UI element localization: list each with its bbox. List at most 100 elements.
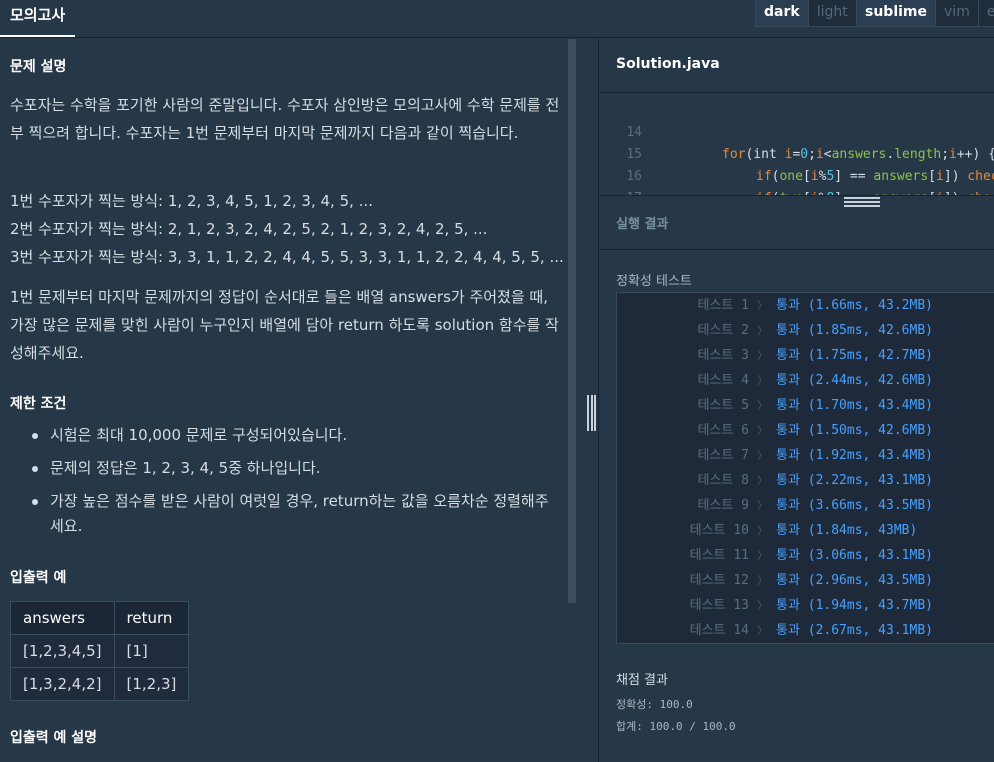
problem-panel: 문제 설명 수포자는 수학을 포기한 사람의 준말입니다. 수포자 삼인방은 모… <box>0 39 570 762</box>
test-name: 테스트 7 <box>697 448 749 463</box>
test-result-row: 테스트 3 〉 통과 (1.75ms, 42.7MB) <box>617 343 994 368</box>
problem-scrollbar[interactable] <box>568 39 576 603</box>
test-name: 테스트 6 <box>697 423 749 438</box>
test-result: 통과 (1.92ms, 43.4MB) <box>776 448 933 463</box>
chevron-right-icon: 〉 <box>757 574 768 587</box>
test-results-list: 테스트 1 〉 통과 (1.66ms, 43.2MB) 테스트 2 〉 통과 (1.85… <box>616 292 994 644</box>
guess-method-1: 1번 수포자가 찍는 방식: 1, 2, 3, 4, 5, 1, 2, 3, 4… <box>10 192 373 210</box>
test-result-row: 테스트 4 〉 통과 (2.44ms, 42.6MB) <box>617 368 994 393</box>
test-name: 테스트 11 <box>689 548 749 563</box>
code-line[interactable]: 16 if(two[i%8] == answers[i]) check <box>600 144 994 195</box>
test-name: 테스트 3 <box>697 348 749 363</box>
test-name: 테스트 2 <box>697 323 749 338</box>
examples-desc-heading: 입출력 예 설명 <box>10 730 98 746</box>
grade-result-heading: 채점 결과 <box>616 673 668 688</box>
table-cell: [1,3,2,4,2] <box>10 667 115 701</box>
page-title: 모의고사 <box>0 0 76 37</box>
chevron-right-icon: 〉 <box>757 324 768 337</box>
solution-panel: Solution.java 14 for(int i=0;i<answers.l… <box>600 39 994 762</box>
chevron-right-icon: 〉 <box>757 349 768 362</box>
line-number: 17 <box>622 188 642 195</box>
chevron-right-icon: 〉 <box>757 399 768 412</box>
resize-handle-icon[interactable] <box>844 197 880 207</box>
keymap-sublime-button[interactable]: sublime <box>857 0 936 26</box>
divider <box>600 195 994 196</box>
test-result: 통과 (2.22ms, 43.1MB) <box>776 473 933 488</box>
keymap-vim-button[interactable]: vim <box>935 0 978 26</box>
test-result: 통과 (2.67ms, 43.1MB) <box>776 623 933 638</box>
constraint-item: 시험은 최대 10,000 문제로 구성되어있습니다. <box>30 423 560 448</box>
test-result: 통과 (3.06ms, 43.1MB) <box>776 548 933 563</box>
test-name: 테스트 12 <box>689 573 749 588</box>
guess-method-3: 3번 수포자가 찍는 방식: 3, 3, 1, 1, 2, 2, 4, 4, 5… <box>10 248 564 266</box>
test-result-row: 테스트 6 〉 통과 (1.50ms, 42.6MB) <box>617 418 994 443</box>
table-row: [1,2,3,4,5] [1] <box>10 634 190 668</box>
code-line[interactable]: 15 if(one[i%5] == answers[i]) check <box>600 122 994 184</box>
test-name: 테스트 13 <box>689 598 749 613</box>
column-header: answers <box>10 601 115 635</box>
chevron-right-icon: 〉 <box>757 524 768 537</box>
chevron-right-icon: 〉 <box>757 499 768 512</box>
test-result: 통과 (1.50ms, 42.6MB) <box>776 423 933 438</box>
test-result: 통과 (1.84ms, 43MB) <box>776 523 918 538</box>
accuracy-score: 정확성: 100.0 <box>616 698 693 711</box>
test-result-row: 테스트 8 〉 통과 (2.22ms, 43.1MB) <box>617 468 994 493</box>
problem-intro: 수포자는 수학을 포기한 사람의 준말입니다. 수포자 삼인방은 모의고사에 수… <box>10 96 560 142</box>
test-result-row: 테스트 1 〉 통과 (1.66ms, 43.2MB) <box>617 293 994 318</box>
table-cell: [1,2,3,4,5] <box>10 634 115 668</box>
test-result: 통과 (2.96ms, 43.5MB) <box>776 573 933 588</box>
test-result-row: 테스트 12 〉 통과 (2.96ms, 43.5MB) <box>617 568 994 593</box>
test-result-row: 테스트 11 〉 통과 (3.06ms, 43.1MB) <box>617 543 994 568</box>
test-name: 테스트 8 <box>697 473 749 488</box>
code-editor[interactable]: 14 for(int i=0;i<answers.length;i++) { 1… <box>600 94 994 195</box>
table-cell: [1] <box>113 634 190 668</box>
chevron-right-icon: 〉 <box>757 449 768 462</box>
test-result-row: 테스트 10 〉 통과 (1.84ms, 43MB) <box>617 518 994 543</box>
test-result: 통과 (1.75ms, 42.7MB) <box>776 348 933 363</box>
theme-dark-button[interactable]: dark <box>756 0 808 26</box>
guess-method-2: 2번 수포자가 찍는 방식: 2, 1, 2, 3, 2, 4, 2, 5, 2… <box>10 220 488 238</box>
chevron-right-icon: 〉 <box>757 374 768 387</box>
test-result-row: 테스트 9 〉 통과 (3.66ms, 43.5MB) <box>617 493 994 518</box>
test-result: 통과 (1.94ms, 43.7MB) <box>776 598 933 613</box>
keymap-switcher: sublime vim em <box>856 0 994 27</box>
editor-header: Solution.java <box>600 39 994 93</box>
chevron-right-icon: 〉 <box>757 474 768 487</box>
chevron-right-icon: 〉 <box>757 624 768 637</box>
theme-light-button[interactable]: light <box>807 0 856 26</box>
test-result: 통과 (1.85ms, 42.6MB) <box>776 323 933 338</box>
code-line[interactable]: 14 for(int i=0;i<answers.length;i++) { <box>600 100 994 162</box>
constraints-heading: 제한 조건 <box>10 396 67 412</box>
test-result-row: 테스트 2 〉 통과 (1.85ms, 42.6MB) <box>617 318 994 343</box>
run-result-heading: 실행 결과 <box>616 217 669 232</box>
table-row: [1,3,2,4,2] [1,2,3] <box>10 667 190 701</box>
divider <box>600 249 994 250</box>
code-line[interactable]: 17 if(three[i%10] == answers[i]) check <box>600 166 647 195</box>
splitter-grip-icon[interactable] <box>587 395 596 431</box>
chevron-right-icon: 〉 <box>757 599 768 612</box>
test-name: 테스트 9 <box>697 498 749 513</box>
test-result: 통과 (1.66ms, 43.2MB) <box>776 298 933 313</box>
guess-methods: 1번 수포자가 찍는 방식: 1, 2, 3, 4, 5, 1, 2, 3, 4… <box>10 187 564 271</box>
problem-task: 1번 문제부터 마지막 문제까지의 정답이 순서대로 들은 배열 answers… <box>10 288 559 362</box>
keymap-emacs-button[interactable]: em <box>977 0 994 26</box>
constraints-list: 시험은 최대 10,000 문제로 구성되어있습니다. 문제의 정답은 1, 2… <box>30 423 560 547</box>
accuracy-test-label: 정확성 테스트 <box>616 274 692 289</box>
test-result-row: 테스트 7 〉 통과 (1.92ms, 43.4MB) <box>617 443 994 468</box>
panel-splitter[interactable] <box>577 39 599 762</box>
constraint-item: 가장 높은 점수를 받은 사람이 여럿일 경우, return하는 값을 오름차… <box>30 489 560 539</box>
test-name: 테스트 4 <box>697 373 749 388</box>
test-result-row: 테스트 13 〉 통과 (1.94ms, 43.7MB) <box>617 593 994 618</box>
column-header: return <box>113 601 190 635</box>
theme-switcher: dark light <box>755 0 857 27</box>
examples-table: answers return [1,2,3,4,5] [1] [1,3,2,4,… <box>10 601 190 701</box>
table-header-row: answers return <box>10 601 190 635</box>
total-score: 합계: 100.0 / 100.0 <box>616 720 736 733</box>
examples-heading: 입출력 예 <box>10 570 67 586</box>
test-name: 테스트 14 <box>689 623 749 638</box>
test-result: 통과 (2.44ms, 42.6MB) <box>776 373 933 388</box>
chevron-right-icon: 〉 <box>757 299 768 312</box>
test-result: 통과 (3.66ms, 43.5MB) <box>776 498 933 513</box>
constraint-item: 문제의 정답은 1, 2, 3, 4, 5중 하나입니다. <box>30 456 560 481</box>
chevron-right-icon: 〉 <box>757 424 768 437</box>
